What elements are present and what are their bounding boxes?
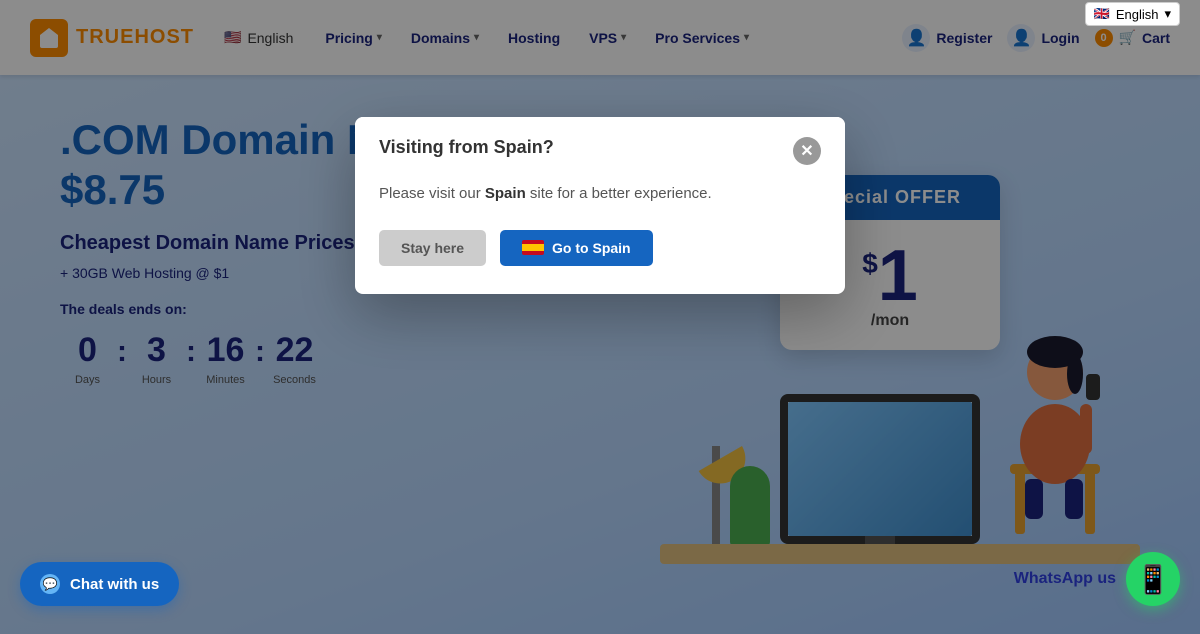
modal-body-text1: Please visit our [379, 185, 485, 202]
go-to-spain-button[interactable]: Go to Spain [500, 230, 653, 266]
whatsapp-area: WhatsApp us 📱 [1014, 552, 1180, 606]
modal-body-text2: site for a better experience. [526, 185, 712, 202]
chat-button[interactable]: 💬 Chat with us [20, 562, 179, 606]
go-spain-label: Go to Spain [552, 240, 631, 256]
modal-overlay[interactable] [0, 0, 1200, 634]
modal-title: Visiting from Spain? [379, 137, 554, 158]
chevron-down-icon: ▾ [1164, 6, 1171, 22]
language-selector-top[interactable]: 🇬🇧 English ▾ [1085, 2, 1180, 26]
top-language-bar: 🇬🇧 English ▾ [1065, 0, 1200, 28]
modal-body-bold: Spain [485, 185, 526, 202]
spain-flag-icon [522, 240, 544, 255]
chat-icon: 💬 [40, 574, 60, 594]
modal-actions: Stay here Go to Spain [355, 230, 845, 294]
whatsapp-button[interactable]: 📱 [1126, 552, 1180, 606]
english-flag-top: 🇬🇧 [1094, 6, 1110, 22]
chat-label: Chat with us [70, 576, 159, 593]
stay-here-button[interactable]: Stay here [379, 230, 486, 266]
whatsapp-icon: 📱 [1136, 563, 1171, 596]
location-modal: Visiting from Spain? ✕ Please visit our … [355, 117, 845, 294]
modal-body: Please visit our Spain site for a better… [355, 175, 845, 230]
language-label-top: English [1116, 7, 1159, 22]
modal-header: Visiting from Spain? ✕ [355, 117, 845, 175]
whatsapp-label: WhatsApp us [1014, 570, 1116, 588]
modal-close-button[interactable]: ✕ [793, 137, 821, 165]
